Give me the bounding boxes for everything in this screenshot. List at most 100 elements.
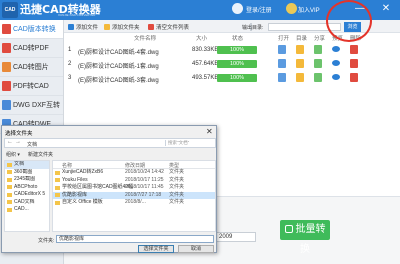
folder-icon[interactable] [296,59,304,68]
folder-icon [7,207,12,212]
vip-icon[interactable] [286,3,297,14]
add-folder-button[interactable]: 添加文件夹 [104,23,140,31]
file-list: 名称 修改日期 类型 XunjieCAD转ZxB6 2018/10/24 14:4… [52,160,216,232]
folder-name-input[interactable]: 优酷影视库 [56,235,214,243]
folder-icon [7,192,12,197]
list-item[interactable]: XunjieCAD转ZxB6 2018/10/24 14:42 文件夹 [53,169,215,177]
list-item[interactable]: 优酷影视库 2018/7/27 17:18 文件夹 [53,191,215,199]
open-icon[interactable] [278,45,286,54]
col-dir: 目录 [296,36,308,42]
col-status: 状态 [232,36,244,42]
list-item[interactable]: 学校给区属图书馆CAD图纸40幅 2018/10/17 11:45 文件夹 [53,184,215,192]
list-item[interactable]: Youku Files 2018/10/17 11:25 文件夹 [53,177,215,185]
file-size: 457.64KB [192,61,219,67]
tree-item[interactable]: ABCPhoto [5,184,49,192]
col-share: 分享 [314,36,326,42]
status-progress: 100% [217,74,257,82]
folder-icon [7,200,12,204]
status-progress: 100% [217,46,257,54]
close-button[interactable]: ✕ [380,2,392,16]
share-icon[interactable] [314,59,322,68]
open-icon[interactable] [278,59,286,68]
login-link[interactable]: 登录/注册 [246,5,272,14]
delete-icon[interactable] [350,45,358,54]
folder-icon [7,185,12,189]
folder-icon [55,185,60,190]
select-folder-dialog: 选择文件夹 ✕ ← → 文档 搜索"文档" 组织 ▾ 新建文件夹 文档 360截… [1,125,217,253]
col-open: 打开 [278,36,290,42]
share-icon[interactable] [314,73,322,82]
folder-icon [55,170,60,175]
back-arrow-icon[interactable]: ← [7,139,13,145]
sidebar-item-cad-version[interactable]: CAD版本转换 [0,20,63,39]
pdf-icon [2,81,11,91]
folder-icon [55,178,60,182]
preview-icon[interactable] [332,60,340,66]
cancel-button[interactable]: 取消 [178,245,214,253]
tree-item[interactable]: 2345截图 [5,176,49,184]
address-bar: ← → 文档 搜索"文档" [4,138,216,148]
file-icon [2,24,11,34]
highlight-circle [326,0,372,42]
delete-icon[interactable] [350,73,358,82]
add-file-button[interactable]: 添加文件 [68,23,98,31]
file-name: (E)厨柜设计CAD图纸-3套.dwg [78,78,159,84]
path-breadcrumb[interactable]: 文档 [27,141,37,148]
trash-icon [148,24,154,30]
file-name: (E)厨柜设计CAD图纸-1套.dwg [78,64,159,70]
forward-arrow-icon[interactable]: → [15,139,21,145]
pdf-icon [2,43,11,53]
batch-convert-button[interactable]: 批量转换 [280,220,330,255]
organize-menu[interactable]: 组织 ▾ [6,151,20,158]
folder-tree: 文档 360截图 2345截图 ABCPhoto CADEditorX 5 CA… [4,160,50,232]
tree-item[interactable]: 360截图 [5,169,49,177]
folder-icon [7,170,12,174]
user-icon[interactable] [232,3,243,14]
new-folder-button[interactable]: 新建文件夹 [28,151,53,158]
col-size: 大小 [196,36,208,42]
app-subtitle: XUNJIE CAD CONVERTER [58,13,96,17]
tree-item[interactable]: CADEditorX 5 [5,191,49,199]
file-name: (E)厨柜设计CAD图纸-4套.dwg [78,50,159,56]
list-header: 名称 修改日期 类型 [53,161,215,169]
folder-icon [7,177,12,182]
folder-icon [104,24,110,30]
file-row[interactable]: 3 (E)厨柜设计CAD图纸-3套.dwg 493.57KB 100% [64,72,400,85]
sidebar-item-cad-pdf[interactable]: CAD转PDF [0,39,63,58]
folder-icon [7,162,12,167]
sidebar-item-pdf-cad[interactable]: PDF转CAD [0,77,63,96]
col-name: 文件名称 [134,36,157,42]
dialog-close-button[interactable]: ✕ [206,127,213,136]
open-icon[interactable] [278,73,286,82]
folder-icon[interactable] [296,73,304,82]
select-folder-button[interactable]: 选择文件夹 [138,245,174,253]
clear-list-button[interactable]: 清空文件列表 [148,23,189,31]
image-icon [2,62,11,72]
search-input[interactable]: 搜索"文档" [165,140,215,146]
folder-icon[interactable] [296,45,304,54]
preview-icon[interactable] [332,46,340,52]
sidebar-item-dwg-dxf[interactable]: DWG DXF互转 [0,96,63,115]
share-icon[interactable] [314,45,322,54]
convert-icon [284,225,293,233]
tree-item[interactable]: 文档 [5,161,49,169]
dialog-title: 选择文件夹 [5,131,33,137]
status-progress: 100% [217,60,257,68]
delete-icon[interactable] [350,59,358,68]
file-row[interactable]: 2 (E)厨柜设计CAD图纸-1套.dwg 457.64KB 100% [64,58,400,71]
preview-icon[interactable] [332,74,340,80]
folder-name-label: 文件夹: [38,238,55,244]
file-row[interactable]: 1 (E)厨柜设计CAD图纸-4套.dwg 830.33KB 100% [64,44,400,57]
output-label: 输出目录: [242,25,264,31]
version-select[interactable]: 2009 [216,232,256,242]
add-file-icon [68,24,74,30]
tree-item[interactable]: CAD... [5,206,49,214]
app-logo: CAD [2,2,18,18]
list-item[interactable]: 自定义 Office 模板 2018/8/... 文件夹 [53,199,215,207]
dialog-toolbar: 组织 ▾ 新建文件夹 [4,150,216,159]
vip-link[interactable]: 加入VIP [298,5,320,14]
sidebar-item-cad-image[interactable]: CAD转图片 [0,58,63,77]
folder-icon [55,193,60,197]
file-size: 493.57KB [192,75,219,81]
tree-item[interactable]: CAD文档 [5,199,49,207]
